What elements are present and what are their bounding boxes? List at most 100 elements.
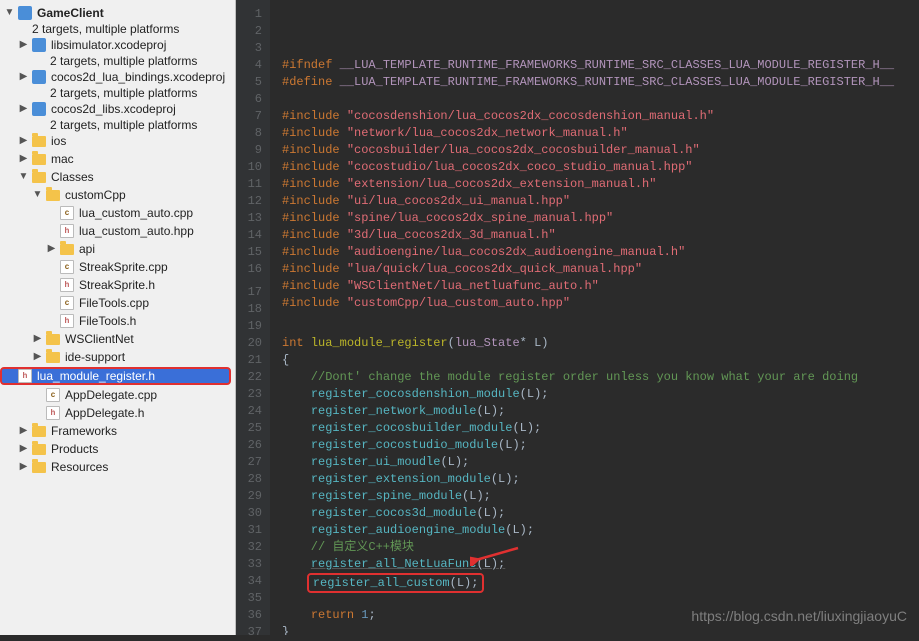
disclosure-triangle[interactable]: ▶ — [18, 150, 29, 168]
code-line-23[interactable]: register_cocostudio_module(L); — [282, 437, 919, 454]
code-line-11[interactable]: #include "3d/lua_cocos2dx_3d_manual.h" — [282, 227, 919, 244]
tree-item-filetools-cpp[interactable]: cFileTools.cpp — [0, 294, 235, 312]
code-line-1[interactable]: #ifndef __LUA_TEMPLATE_RUNTIME_FRAMEWORK… — [282, 57, 919, 74]
code-line-10[interactable]: #include "spine/lua_cocos2dx_spine_manua… — [282, 210, 919, 227]
disclosure-triangle[interactable]: ▶ — [18, 68, 29, 86]
code-line-5[interactable]: #include "network/lua_cocos2dx_network_m… — [282, 125, 919, 142]
code-line-33[interactable]: return 1; — [282, 607, 919, 624]
disclosure-triangle[interactable]: ▶ — [46, 240, 57, 258]
code-line-25[interactable]: register_extension_module(L); — [282, 471, 919, 488]
disclosure-triangle[interactable]: ▶ — [18, 100, 29, 118]
code-line-26[interactable]: register_spine_module(L); — [282, 488, 919, 505]
project-navigator[interactable]: ▼ GameClient 2 targets, multiple platfor… — [0, 0, 236, 635]
code-editor[interactable]: 1234567891011121314151617181920212223242… — [236, 0, 919, 635]
code-line-18[interactable]: { — [282, 352, 919, 369]
tree-item-label: WSClientNet — [65, 330, 134, 348]
disclosure-triangle[interactable]: ▶ — [18, 422, 29, 440]
project-root[interactable]: ▼ GameClient — [0, 4, 235, 22]
disclosure-triangle[interactable]: ▶ — [32, 330, 43, 348]
tree-item-frameworks[interactable]: ▶ Frameworks — [0, 422, 235, 440]
code-line-21[interactable]: register_network_module(L); — [282, 403, 919, 420]
tree-item-lua-custom-auto-cpp[interactable]: clua_custom_auto.cpp — [0, 204, 235, 222]
tree-item-api[interactable]: ▶api — [0, 240, 235, 258]
code-area[interactable]: #ifndef __LUA_TEMPLATE_RUNTIME_FRAMEWORK… — [270, 0, 919, 635]
disclosure-triangle[interactable]: ▶ — [18, 36, 29, 54]
tree-item-cocos2d-lua-bindings-xcodeproj[interactable]: ▶ cocos2d_lua_bindings.xcodeproj — [0, 68, 235, 86]
tree-item-customcpp[interactable]: ▼ customCpp — [0, 186, 235, 204]
disclosure-triangle[interactable]: ▶ — [18, 458, 29, 476]
disclosure-triangle[interactable]: ▶ — [32, 348, 43, 366]
tree-item-lua-custom-auto-hpp[interactable]: hlua_custom_auto.hpp — [0, 222, 235, 240]
folder-icon — [45, 349, 61, 365]
tree-item-label: customCpp — [65, 186, 126, 204]
tree-item-streaksprite-h[interactable]: hStreakSprite.h — [0, 276, 235, 294]
code-line-9[interactable]: #include "ui/lua_cocos2dx_ui_manual.hpp" — [282, 193, 919, 210]
xcodeproj-icon — [31, 101, 47, 117]
tree-item-ide-support[interactable]: ▶ide-support — [0, 348, 235, 366]
tree-item-label: AppDelegate.cpp — [65, 386, 157, 404]
code-line-28[interactable]: register_audioengine_module(L); — [282, 522, 919, 539]
code-line-14[interactable]: #include "WSClientNet/lua_netluafunc_aut… — [282, 278, 919, 295]
code-line-3[interactable] — [282, 91, 919, 108]
tree-item-label: mac — [51, 150, 74, 168]
tree-item-cocos2d-libs-xcodeproj[interactable]: ▶cocos2d_libs.xcodeproj — [0, 100, 235, 118]
disclosure-triangle[interactable]: ▼ — [4, 4, 15, 22]
code-line-15[interactable]: #include "customCpp/lua_custom_auto.hpp" — [282, 295, 919, 312]
xcodeproj-icon — [31, 69, 47, 85]
tree-item-subtitle: 2 targets, multiple platforms — [0, 86, 235, 100]
code-line-2[interactable]: #define __LUA_TEMPLATE_RUNTIME_FRAMEWORK… — [282, 74, 919, 91]
code-line-22[interactable]: register_cocosbuilder_module(L); — [282, 420, 919, 437]
code-line-24[interactable]: register_ui_moudle(L); — [282, 454, 919, 471]
code-line-13[interactable]: #include "lua/quick/lua_cocos2dx_quick_m… — [282, 261, 919, 278]
tree-item-streaksprite-cpp[interactable]: cStreakSprite.cpp — [0, 258, 235, 276]
code-line-34[interactable]: } — [282, 624, 919, 635]
code-line-31[interactable]: register_all_custom(L); — [282, 573, 919, 590]
code-line-20[interactable]: register_cocosdenshion_module(L); — [282, 386, 919, 403]
project-subtitle: 2 targets, multiple platforms — [0, 22, 235, 36]
project-name: GameClient — [37, 4, 104, 22]
tree-item-products[interactable]: ▶Products — [0, 440, 235, 458]
file-h-icon: h — [45, 405, 61, 421]
code-line-6[interactable]: #include "cocosbuilder/lua_cocos2dx_coco… — [282, 142, 919, 159]
tree-item-label: FileTools.h — [79, 312, 136, 330]
file-cpp-icon: c — [59, 259, 75, 275]
disclosure-triangle[interactable]: ▼ — [18, 168, 29, 186]
code-line-16[interactable] — [282, 312, 919, 329]
folder-icon — [31, 151, 47, 167]
tree-item-resources[interactable]: ▶Resources — [0, 458, 235, 476]
tree-item-wsclientnet[interactable]: ▶ WSClientNet — [0, 330, 235, 348]
tree-item-libsimulator-xcodeproj[interactable]: ▶ libsimulator.xcodeproj — [0, 36, 235, 54]
file-cpp-icon: c — [59, 205, 75, 221]
tree-item-filetools-h[interactable]: hFileTools.h — [0, 312, 235, 330]
tree-item-label: cocos2d_lua_bindings.xcodeproj — [51, 68, 225, 86]
tree-item-ios[interactable]: ▶ios — [0, 132, 235, 150]
code-line-27[interactable]: register_cocos3d_module(L); — [282, 505, 919, 522]
disclosure-triangle[interactable]: ▼ — [32, 186, 43, 204]
code-line-4[interactable]: #include "cocosdenshion/lua_cocos2dx_coc… — [282, 108, 919, 125]
tree-item-label: Frameworks — [51, 422, 117, 440]
tree-item-subtitle: 2 targets, multiple platforms — [0, 54, 235, 68]
tree-item-subtitle: 2 targets, multiple platforms — [0, 118, 235, 132]
disclosure-triangle[interactable]: ▶ — [18, 132, 29, 150]
code-line-29[interactable]: // 自定义C++模块 — [282, 539, 919, 556]
code-line-8[interactable]: #include "extension/lua_cocos2dx_extensi… — [282, 176, 919, 193]
tree-item-mac[interactable]: ▶ mac — [0, 150, 235, 168]
code-line-12[interactable]: #include "audioengine/lua_cocos2dx_audio… — [282, 244, 919, 261]
tree-item-label: AppDelegate.h — [65, 404, 144, 422]
file-cpp-icon: c — [45, 387, 61, 403]
code-line-7[interactable]: #include "cocostudio/lua_cocos2dx_coco_s… — [282, 159, 919, 176]
tree-item-label: StreakSprite.cpp — [79, 258, 168, 276]
xcodeproj-icon — [31, 37, 47, 53]
xcode-project-icon — [17, 5, 33, 21]
tree-item-lua-module-register-h[interactable]: hlua_module_register.h — [0, 367, 231, 385]
tree-item-appdelegate-cpp[interactable]: cAppDelegate.cpp — [0, 386, 235, 404]
tree-item-label: libsimulator.xcodeproj — [51, 36, 166, 54]
code-line-30[interactable]: register_all_NetLuaFunc(L); — [282, 556, 919, 573]
tree-item-appdelegate-h[interactable]: hAppDelegate.h — [0, 404, 235, 422]
code-line-17[interactable]: int lua_module_register(lua_State* L) — [282, 335, 919, 352]
highlighted-call: register_all_custom(L); — [307, 573, 485, 593]
disclosure-triangle[interactable]: ▶ — [18, 440, 29, 458]
code-line-19[interactable]: //Dont' change the module register order… — [282, 369, 919, 386]
tree-item-classes[interactable]: ▼Classes — [0, 168, 235, 186]
file-cpp-icon: c — [59, 295, 75, 311]
